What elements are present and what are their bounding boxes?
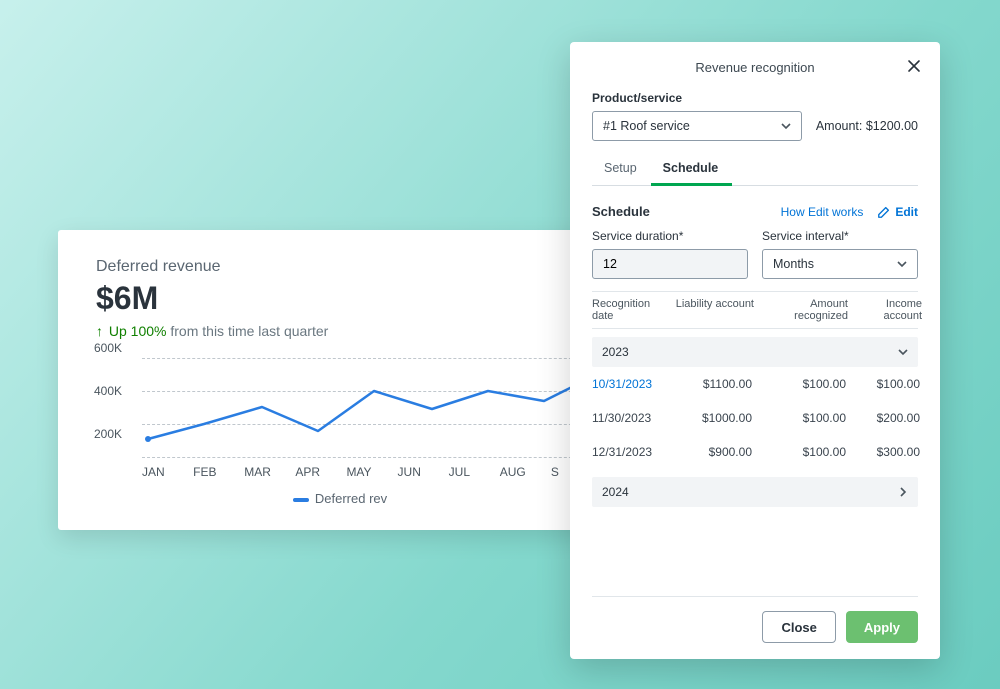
tab-setup[interactable]: Setup	[592, 155, 651, 185]
x-tick: JUL	[449, 465, 500, 479]
chart-x-axis: JAN FEB MAR APR MAY JUN JUL AUG S	[142, 465, 602, 479]
x-tick: MAR	[244, 465, 295, 479]
amount: Amount: $1200.00	[816, 119, 918, 133]
arrow-up-icon: ↑	[96, 323, 103, 339]
table-header: Recognition date Liability account Amoun…	[592, 291, 918, 329]
group-2024[interactable]: 2024	[592, 477, 918, 507]
chart-value: $6M	[96, 280, 584, 317]
chart-y-axis: 600K 400K 200K	[94, 341, 122, 441]
how-edit-works-link[interactable]: How Edit works	[781, 205, 864, 219]
x-tick: AUG	[500, 465, 551, 479]
chevron-down-icon	[781, 121, 791, 131]
edit-link[interactable]: Edit	[877, 205, 918, 219]
group-2023[interactable]: 2023	[592, 337, 918, 367]
y-tick: 400K	[94, 384, 122, 398]
chevron-down-icon	[898, 347, 908, 357]
chart-delta-up: Up 100%	[109, 323, 167, 339]
panel-title: Revenue recognition	[695, 60, 814, 75]
y-tick: 200K	[94, 427, 122, 441]
deferred-revenue-card: Deferred revenue $6M ↑ Up 100% from this…	[58, 230, 618, 530]
product-select[interactable]: #1 Roof service	[592, 111, 802, 141]
chevron-down-icon	[897, 259, 907, 269]
interval-select-value: Months	[773, 257, 814, 271]
chart-legend: Deferred rev	[96, 491, 584, 506]
legend-label: Deferred rev	[315, 491, 387, 506]
chart-plot: 600K 400K 200K	[142, 349, 602, 459]
schedule-heading: Schedule	[592, 204, 650, 219]
tabs: Setup Schedule	[592, 155, 918, 186]
product-label: Product/service	[592, 91, 918, 105]
chart-delta-rest: from this time last quarter	[166, 323, 328, 339]
chevron-right-icon	[898, 487, 908, 497]
chart-line	[142, 349, 602, 459]
table-row[interactable]: 11/30/2023 $1000.00 $100.00 $200.00	[592, 401, 918, 435]
col-liability: Liability account	[674, 298, 754, 322]
x-tick: FEB	[193, 465, 244, 479]
table-row[interactable]: 10/31/2023 $1100.00 $100.00 $100.00	[592, 367, 918, 401]
legend-swatch	[293, 498, 309, 502]
x-tick: APR	[295, 465, 346, 479]
interval-label: Service interval*	[762, 229, 918, 243]
group-label: 2024	[602, 485, 629, 499]
duration-label: Service duration*	[592, 229, 748, 243]
revenue-recognition-panel: Revenue recognition Product/service #1 R…	[570, 42, 940, 659]
close-icon[interactable]	[906, 58, 922, 74]
tab-schedule[interactable]: Schedule	[651, 155, 733, 186]
col-date: Recognition date	[592, 298, 674, 322]
col-income: Income account	[848, 298, 922, 322]
panel-footer: Close Apply	[592, 596, 918, 643]
group-label: 2023	[602, 345, 629, 359]
apply-button[interactable]: Apply	[846, 611, 918, 643]
x-tick: JAN	[142, 465, 193, 479]
duration-input[interactable]	[592, 249, 748, 279]
y-tick: 600K	[94, 341, 122, 355]
chart-delta: ↑ Up 100% from this time last quarter	[96, 323, 584, 339]
x-tick: MAY	[346, 465, 397, 479]
pencil-icon	[877, 205, 891, 219]
table-row[interactable]: 12/31/2023 $900.00 $100.00 $300.00	[592, 435, 918, 469]
chart-title: Deferred revenue	[96, 258, 584, 276]
col-recognized: Amount recognized	[754, 298, 848, 322]
close-button[interactable]: Close	[762, 611, 835, 643]
product-select-value: #1 Roof service	[603, 119, 690, 133]
interval-select[interactable]: Months	[762, 249, 918, 279]
x-tick: JUN	[398, 465, 449, 479]
